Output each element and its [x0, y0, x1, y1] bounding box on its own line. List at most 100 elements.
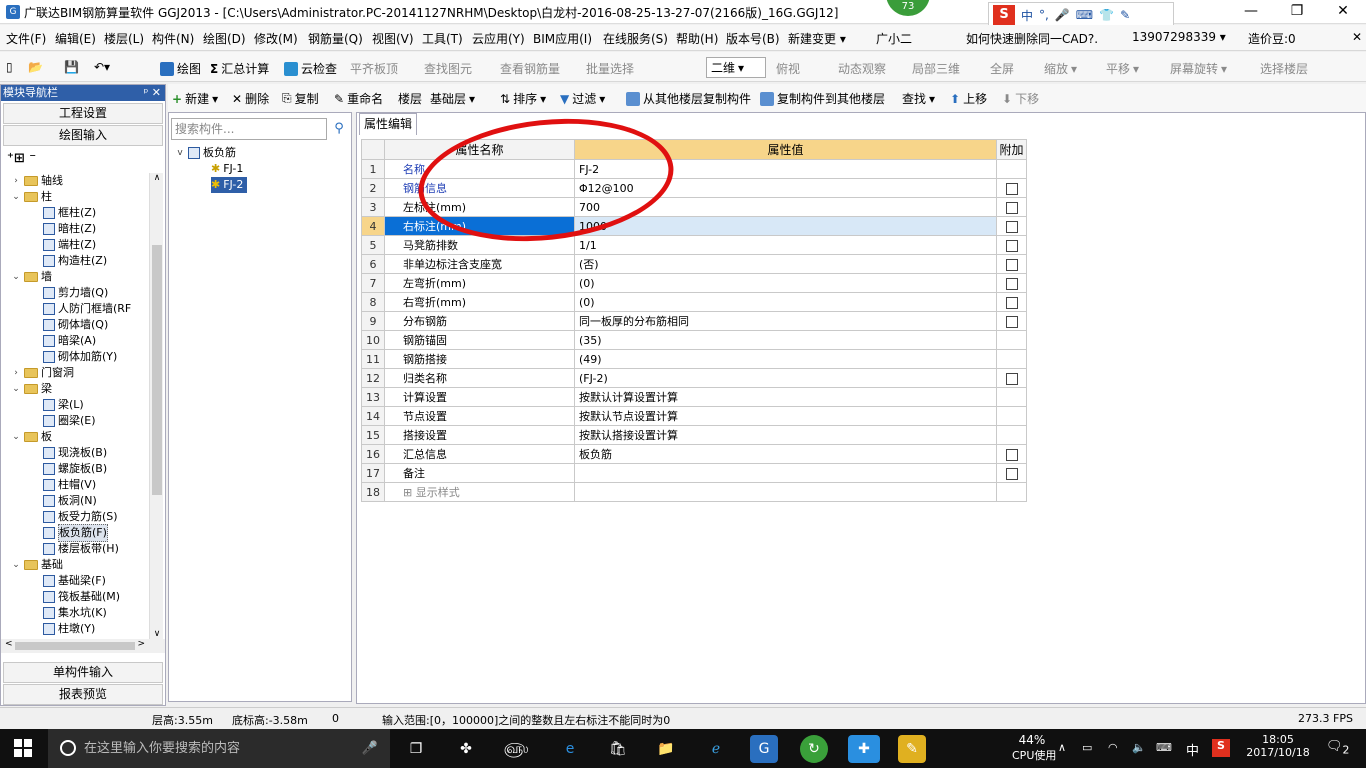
- zoom-button[interactable]: 缩放 ▾: [1044, 60, 1077, 77]
- table-row[interactable]: 15 搭接设置 按默认搭接设置计算: [361, 425, 1027, 445]
- select-floor-button[interactable]: 选择楼层: [1260, 60, 1308, 77]
- property-value[interactable]: [574, 463, 997, 483]
- find-button[interactable]: 查找 ▾: [902, 90, 935, 107]
- property-value[interactable]: 按默认节点设置计算: [574, 406, 997, 426]
- task-view-icon[interactable]: ❐: [402, 735, 430, 763]
- menu-close-icon[interactable]: ✕: [1352, 30, 1362, 44]
- expand-toggle-icon[interactable]: ›: [11, 365, 21, 381]
- find-element-button[interactable]: 查找图元: [424, 60, 472, 77]
- addition-checkbox[interactable]: [1005, 182, 1018, 195]
- tree-item[interactable]: 剪力墙(Q): [43, 285, 108, 301]
- menu-edit[interactable]: 编辑(E): [55, 30, 96, 47]
- screen-rotate-button[interactable]: 屏幕旋转 ▾: [1170, 60, 1227, 77]
- tree-item[interactable]: 框柱(Z): [43, 205, 96, 221]
- volume-icon[interactable]: 🔈: [1132, 741, 1146, 754]
- tree-item[interactable]: 螺旋板(B): [43, 461, 107, 477]
- tree-item[interactable]: 暗梁(A): [43, 333, 96, 349]
- tree-item[interactable]: › 轴线: [11, 173, 63, 189]
- tree-item[interactable]: 板负筋(F): [43, 524, 108, 542]
- component-root[interactable]: v 板负筋: [175, 145, 236, 161]
- copy-to-floor-button[interactable]: 复制构件到其他楼层: [760, 90, 885, 107]
- top-view-button[interactable]: 俯视: [776, 60, 800, 77]
- view-rebar-qty-button[interactable]: 查看钢筋量: [500, 60, 560, 77]
- store-icon[interactable]: 🛍: [604, 735, 632, 763]
- dynamic-view-button[interactable]: 动态观察: [838, 60, 886, 77]
- keyboard-icon[interactable]: ⌨: [1076, 8, 1093, 22]
- tree-item[interactable]: 楼层板带(H): [43, 541, 119, 557]
- table-row[interactable]: 6 非单边标注含支座宽 (否): [361, 254, 1027, 274]
- addition-checkbox[interactable]: [1005, 448, 1018, 461]
- property-value[interactable]: (0): [574, 292, 997, 312]
- tree-item[interactable]: 人防门框墙(RF: [43, 301, 131, 317]
- addition-checkbox[interactable]: [1005, 201, 1018, 214]
- fullscreen-button[interactable]: 全屏: [990, 60, 1014, 77]
- pan-button[interactable]: 平移 ▾: [1106, 60, 1139, 77]
- menu-help[interactable]: 帮助(H): [676, 30, 718, 47]
- search-component-input[interactable]: 搜索构件...: [171, 118, 327, 140]
- addition-checkbox[interactable]: [1005, 467, 1018, 480]
- copy-button[interactable]: ⎘ 复制: [282, 90, 319, 107]
- table-row[interactable]: 8 右弯折(mm) (0): [361, 292, 1027, 312]
- search-icon[interactable]: ⚲: [329, 118, 349, 140]
- table-row[interactable]: 10 钢筋锚固 (35): [361, 330, 1027, 350]
- property-value[interactable]: (0): [574, 273, 997, 293]
- green-app-icon[interactable]: ↻: [800, 735, 828, 763]
- tray-overflow-icon[interactable]: ∧: [1058, 741, 1066, 754]
- sogou-tray-icon[interactable]: S: [1212, 739, 1230, 757]
- edge-browser-icon[interactable]: e: [556, 735, 584, 763]
- property-value[interactable]: (49): [574, 349, 997, 369]
- tree-item[interactable]: ⌄ 柱: [11, 189, 52, 205]
- component-item-fj2[interactable]: ✱ FJ-2: [211, 177, 248, 193]
- tools-icon[interactable]: ✎: [1120, 8, 1130, 22]
- tree-item[interactable]: 筏板基础(M): [43, 589, 120, 605]
- expand-toggle-icon[interactable]: ⌄: [11, 189, 21, 205]
- maximize-button[interactable]: ❐: [1274, 0, 1320, 24]
- menu-online[interactable]: 在线服务(S): [603, 30, 668, 47]
- table-row[interactable]: 18 ⊞ 显示样式: [361, 482, 1027, 502]
- table-row[interactable]: 14 节点设置 按默认节点设置计算: [361, 406, 1027, 426]
- skin-icon[interactable]: 👕: [1099, 8, 1114, 22]
- notes-app-icon[interactable]: ✎: [898, 735, 926, 763]
- new-component-button[interactable]: + 新建 ▾: [172, 90, 218, 107]
- property-value[interactable]: 1/1: [574, 235, 997, 255]
- input-language[interactable]: 中: [1186, 740, 1199, 759]
- move-up-button[interactable]: ⬆ 上移: [950, 90, 987, 107]
- battery-icon[interactable]: ▭: [1082, 741, 1092, 754]
- property-value[interactable]: [574, 482, 997, 502]
- tree-item[interactable]: 砌体加筋(Y): [43, 349, 117, 365]
- clock[interactable]: 18:05 2017/10/18: [1242, 733, 1314, 759]
- tree-scrollbar[interactable]: ∧ ∨: [149, 173, 163, 639]
- filter-button[interactable]: ▼ 过滤 ▾: [560, 90, 605, 107]
- single-component-input-button[interactable]: 单构件输入: [3, 662, 163, 683]
- tree-item[interactable]: › 门窗洞: [11, 365, 74, 381]
- move-down-button[interactable]: ⬇ 下移: [1002, 90, 1039, 107]
- table-row[interactable]: 13 计算设置 按默认计算设置计算: [361, 387, 1027, 407]
- wifi-icon[interactable]: ◠: [1108, 741, 1118, 754]
- table-row[interactable]: 11 钢筋搭接 (49): [361, 349, 1027, 369]
- table-row[interactable]: 7 左弯折(mm) (0): [361, 273, 1027, 293]
- expand-toggle-icon[interactable]: ⌄: [11, 269, 21, 285]
- expand-collapse-icon[interactable]: ⁺⊞ ⁻: [7, 151, 36, 166]
- menu-cloud[interactable]: 云应用(Y): [472, 30, 525, 47]
- menu-view[interactable]: 视图(V): [372, 30, 414, 47]
- table-row[interactable]: 12 归类名称 (FJ-2): [361, 368, 1027, 388]
- property-value[interactable]: 板负筋: [574, 444, 997, 464]
- close-button[interactable]: ✕: [1320, 0, 1366, 24]
- expand-toggle-icon[interactable]: ›: [11, 173, 21, 189]
- batch-select-button[interactable]: 批量选择: [586, 60, 634, 77]
- menu-draw[interactable]: 绘图(D): [203, 30, 246, 47]
- sum-calc-button[interactable]: Σ 汇总计算: [210, 60, 269, 77]
- sort-button[interactable]: ⇅ 排序 ▾: [500, 90, 546, 107]
- ie-browser-icon[interactable]: ℯ: [702, 735, 730, 763]
- tree-item[interactable]: ⌄ 墙: [11, 269, 52, 285]
- property-value[interactable]: 按默认计算设置计算: [574, 387, 997, 407]
- tree-item[interactable]: ⌄ 板: [11, 429, 52, 445]
- addition-checkbox[interactable]: [1005, 258, 1018, 271]
- menu-floor[interactable]: 楼层(L): [104, 30, 144, 47]
- save-icon[interactable]: 💾: [64, 60, 79, 74]
- mic-icon[interactable]: 🎤: [362, 729, 378, 768]
- tree-item[interactable]: ⌄ 梁: [11, 381, 52, 397]
- expand-toggle-icon[interactable]: ⌄: [11, 557, 21, 573]
- rename-button[interactable]: ✎ 重命名: [334, 90, 383, 107]
- property-value[interactable]: 1000: [574, 216, 997, 236]
